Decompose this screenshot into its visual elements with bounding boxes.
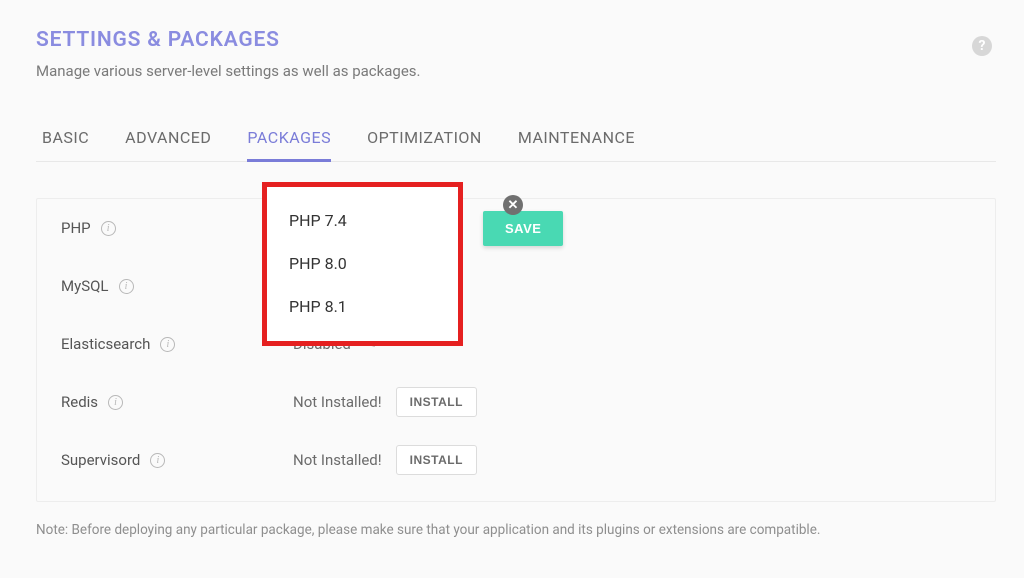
row-elasticsearch: Elasticsearch i Disabled ✎ <box>61 315 971 373</box>
supervisord-value: Not Installed! <box>293 451 382 469</box>
tab-maintenance[interactable]: MAINTENANCE <box>518 128 635 161</box>
info-icon[interactable]: i <box>150 453 165 468</box>
dropdown-option-php80[interactable]: PHP 8.0 <box>267 242 458 285</box>
php-label: PHP <box>61 219 91 237</box>
redis-value: Not Installed! <box>293 393 382 411</box>
info-icon[interactable]: i <box>101 221 116 236</box>
row-mysql: MySQL i <box>61 257 971 315</box>
tab-packages[interactable]: PACKAGES <box>247 128 331 161</box>
mysql-label: MySQL <box>61 277 109 295</box>
save-button[interactable]: SAVE <box>483 211 563 246</box>
elasticsearch-label: Elasticsearch <box>61 335 150 353</box>
footer-note: Note: Before deploying any particular pa… <box>36 522 996 538</box>
row-redis: Redis i Not Installed! INSTALL <box>61 373 971 431</box>
php-version-dropdown: PHP 7.4 PHP 8.0 PHP 8.1 <box>262 182 463 346</box>
supervisord-label: Supervisord <box>61 451 140 469</box>
close-icon[interactable]: ✕ <box>503 195 523 215</box>
info-icon[interactable]: i <box>119 279 134 294</box>
tabs-nav: BASIC ADVANCED PACKAGES OPTIMIZATION MAI… <box>36 128 996 162</box>
page-subtitle: Manage various server-level settings as … <box>36 62 420 80</box>
page-title: SETTINGS & PACKAGES <box>36 28 420 52</box>
info-icon[interactable]: i <box>108 395 123 410</box>
dropdown-option-php74[interactable]: PHP 7.4 <box>267 199 458 242</box>
packages-panel: ✕ PHP i SAVE MySQL i Elasticsearch i Dis… <box>36 198 996 502</box>
install-button[interactable]: INSTALL <box>396 445 477 475</box>
dropdown-option-php81[interactable]: PHP 8.1 <box>267 285 458 328</box>
row-supervisord: Supervisord i Not Installed! INSTALL <box>61 431 971 489</box>
help-icon[interactable]: ? <box>972 36 992 56</box>
tab-basic[interactable]: BASIC <box>42 128 89 161</box>
redis-label: Redis <box>61 393 98 411</box>
install-button[interactable]: INSTALL <box>396 387 477 417</box>
info-icon[interactable]: i <box>160 337 175 352</box>
tab-advanced[interactable]: ADVANCED <box>125 128 211 161</box>
tab-optimization[interactable]: OPTIMIZATION <box>367 128 482 161</box>
